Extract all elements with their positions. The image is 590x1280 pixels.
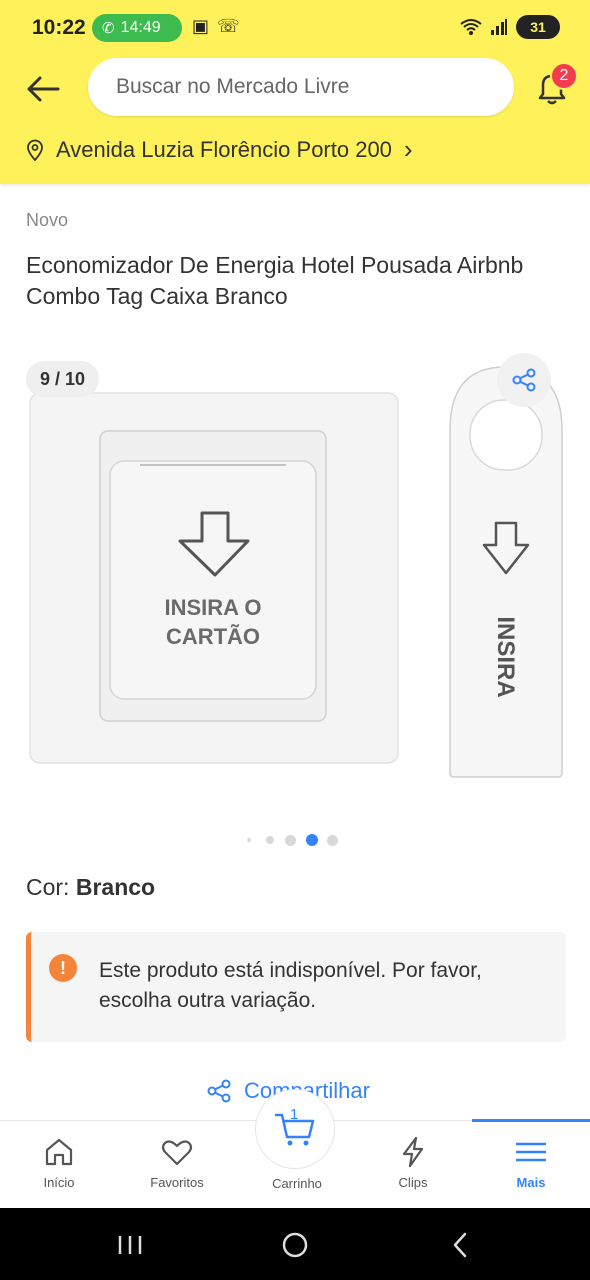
warning-icon: ! — [49, 954, 77, 982]
delivery-address[interactable]: Avenida Luzia Florêncio Porto 200 › — [26, 134, 413, 165]
bottom-navigation: Início Favoritos 1 Carrinho Clips Mais — [0, 1089, 590, 1209]
nav-label: Carrinho — [272, 1176, 322, 1191]
gallery-pagination — [0, 832, 590, 848]
home-icon — [45, 1138, 73, 1166]
status-bar: 10:22 ✆ 14:49 ▣ ☏ 31 — [0, 0, 590, 56]
pagination-dot-active — [306, 834, 318, 846]
lightning-icon — [402, 1136, 424, 1168]
screenshot-icon: ▣ — [192, 16, 210, 36]
warning-message: Este produto está indisponível. Por favo… — [99, 959, 482, 1012]
chevron-right-icon: › — [403, 134, 413, 164]
battery-level: 31 — [530, 19, 546, 35]
share-icon — [207, 1079, 231, 1103]
cart-count: 1 — [290, 1106, 299, 1123]
home-button-icon[interactable] — [275, 1230, 315, 1260]
switch-text-line1: INSIRA O — [165, 595, 262, 620]
wifi-icon — [460, 19, 482, 35]
product-condition: Novo — [26, 210, 69, 230]
location-pin-icon — [27, 139, 43, 161]
product-title: Economizador De Energia Hotel Pousada Ai… — [26, 252, 524, 309]
call-duration: 14:49 — [120, 19, 161, 36]
pagination-dot — [327, 835, 338, 846]
product-image[interactable]: INSIRA O CARTÃO INSIRA — [0, 345, 590, 815]
search-placeholder: Buscar no Mercado Livre — [116, 75, 350, 98]
back-arrow-icon[interactable] — [22, 68, 64, 110]
pagination-dot — [247, 838, 251, 842]
nav-label: Clips — [398, 1175, 428, 1190]
share-icon — [512, 368, 536, 392]
unavailable-warning: ! Este produto está indisponível. Por fa… — [26, 932, 566, 1042]
signal-icon — [491, 19, 507, 35]
nav-item-inicio[interactable]: Início — [0, 1121, 118, 1209]
system-navigation-bar — [0, 1208, 590, 1280]
share-button[interactable] — [497, 353, 551, 407]
header: Buscar no Mercado Livre 2 Avenida Luzia … — [0, 56, 590, 184]
recent-apps-icon[interactable] — [110, 1230, 150, 1260]
pagination-dot — [266, 836, 274, 844]
nav-label: Início — [43, 1175, 75, 1190]
search-input[interactable]: Buscar no Mercado Livre — [88, 58, 514, 116]
phone-icon: ✆ — [102, 20, 115, 37]
back-button-icon[interactable] — [440, 1230, 480, 1260]
switch-text-line2: CARTÃO — [166, 624, 260, 649]
heart-icon — [161, 1140, 193, 1166]
product-gallery[interactable]: INSIRA O CARTÃO INSIRA 9 / 10 — [0, 345, 590, 815]
notifications-badge: 2 — [550, 62, 578, 90]
nav-item-favoritos[interactable]: Favoritos — [118, 1121, 236, 1209]
nav-label: Mais — [516, 1175, 546, 1190]
menu-icon — [516, 1142, 546, 1162]
color-value: Branco — [75, 874, 156, 900]
pagination-dot — [285, 835, 296, 846]
notification-icons: ▣ ☏ — [192, 16, 240, 37]
address-text: Avenida Luzia Florêncio Porto 200 — [56, 136, 392, 162]
nav-item-mais[interactable]: Mais — [472, 1121, 590, 1209]
ongoing-call-pill[interactable]: ✆ 14:49 — [92, 14, 182, 42]
nav-item-carrinho[interactable]: 1 — [255, 1089, 335, 1169]
color-label: Cor: — [26, 874, 70, 900]
whatsapp-icon: ☏ — [217, 16, 240, 36]
image-counter: 9 / 10 — [26, 361, 100, 397]
nav-label: Favoritos — [150, 1175, 204, 1190]
battery-indicator: 31 — [516, 15, 560, 39]
nav-item-clips[interactable]: Clips — [354, 1121, 472, 1209]
system-icons: 31 — [460, 15, 560, 39]
color-selector: Cor: Branco — [26, 874, 155, 901]
tag-text: INSIRA — [492, 616, 519, 697]
status-time: 10:22 — [32, 16, 86, 39]
